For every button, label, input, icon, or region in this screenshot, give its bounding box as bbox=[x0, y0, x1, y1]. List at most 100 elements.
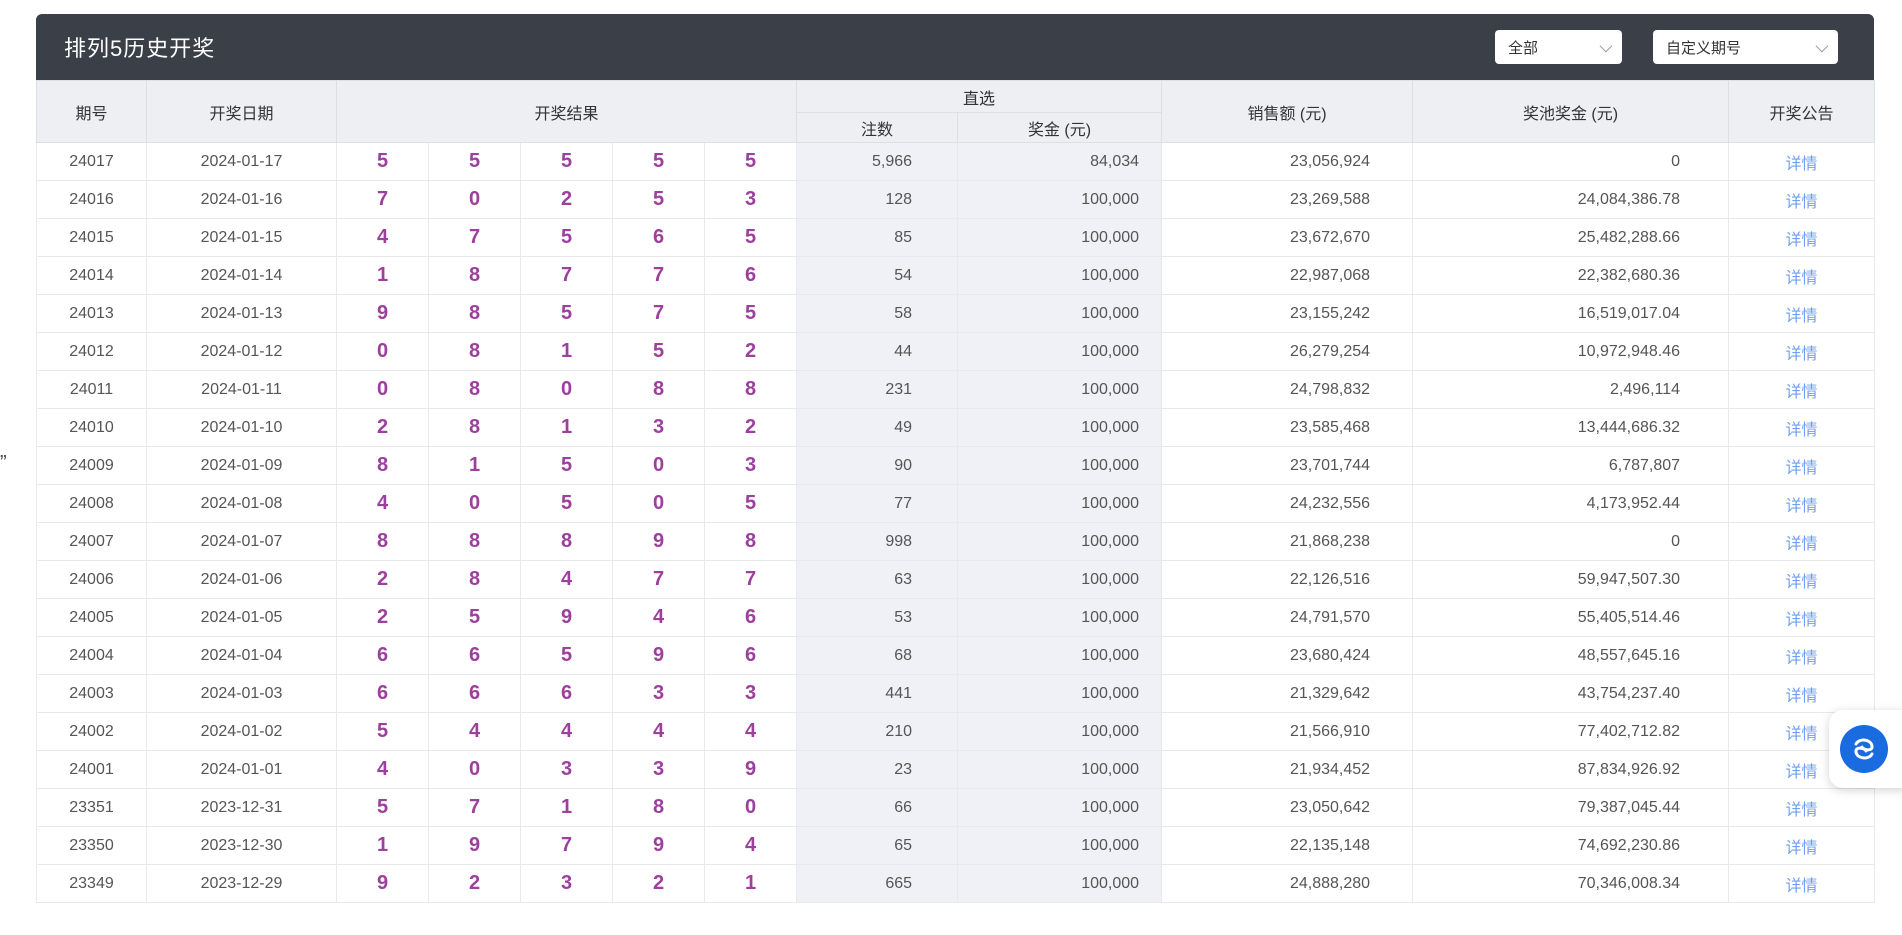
prize-cell: 100,000 bbox=[958, 561, 1162, 599]
detail-link[interactable]: 详情 bbox=[1786, 270, 1818, 287]
date-cell: 2024-01-17 bbox=[147, 143, 337, 181]
detail-link[interactable]: 详情 bbox=[1786, 232, 1818, 249]
detail-link[interactable]: 详情 bbox=[1786, 194, 1818, 211]
result-number: 8 bbox=[429, 295, 521, 333]
detail-link[interactable]: 详情 bbox=[1786, 764, 1818, 781]
table-row: 240152024-01-154756585100,00023,672,6702… bbox=[37, 219, 1875, 257]
prize-cell: 100,000 bbox=[958, 409, 1162, 447]
table-row: 240162024-01-1670253128100,00023,269,588… bbox=[37, 181, 1875, 219]
prize-cell: 100,000 bbox=[958, 637, 1162, 675]
result-number: 8 bbox=[429, 333, 521, 371]
sales-cell: 23,056,924 bbox=[1162, 143, 1413, 181]
detail-link[interactable]: 详情 bbox=[1786, 346, 1818, 363]
result-number: 1 bbox=[521, 789, 613, 827]
detail-link[interactable]: 详情 bbox=[1786, 726, 1818, 743]
result-number: 0 bbox=[521, 371, 613, 409]
detail-cell: 详情 bbox=[1729, 827, 1875, 865]
detail-link[interactable]: 详情 bbox=[1786, 308, 1818, 325]
detail-cell: 详情 bbox=[1729, 181, 1875, 219]
detail-link[interactable]: 详情 bbox=[1786, 650, 1818, 667]
date-cell: 2024-01-08 bbox=[147, 485, 337, 523]
result-number: 0 bbox=[337, 333, 429, 371]
result-number: 7 bbox=[521, 257, 613, 295]
result-number: 7 bbox=[429, 219, 521, 257]
date-cell: 2024-01-13 bbox=[147, 295, 337, 333]
detail-link[interactable]: 详情 bbox=[1786, 156, 1818, 173]
detail-link[interactable]: 详情 bbox=[1786, 422, 1818, 439]
bets-cell: 54 bbox=[797, 257, 958, 295]
bets-cell: 53 bbox=[797, 599, 958, 637]
detail-link[interactable]: 详情 bbox=[1786, 688, 1818, 705]
history-table: 期号 开奖日期 开奖结果 直选 销售额 (元) 奖池奖金 (元) 开奖公告 注数… bbox=[36, 80, 1875, 903]
result-number: 2 bbox=[705, 333, 797, 371]
detail-cell: 详情 bbox=[1729, 257, 1875, 295]
date-cell: 2024-01-01 bbox=[147, 751, 337, 789]
detail-link[interactable]: 详情 bbox=[1786, 802, 1818, 819]
table-body: 240172024-01-17555555,96684,03423,056,92… bbox=[37, 143, 1875, 903]
table-row: 240102024-01-102813249100,00023,585,4681… bbox=[37, 409, 1875, 447]
result-number: 3 bbox=[613, 409, 705, 447]
result-number: 0 bbox=[337, 371, 429, 409]
table-row: 240142024-01-141877654100,00022,987,0682… bbox=[37, 257, 1875, 295]
result-number: 5 bbox=[429, 599, 521, 637]
table-row: 240072024-01-0788898998100,00021,868,238… bbox=[37, 523, 1875, 561]
floating-widget-button[interactable] bbox=[1829, 710, 1902, 788]
service-icon bbox=[1840, 725, 1888, 773]
issue-cell: 24002 bbox=[37, 713, 147, 751]
issue-cell: 24008 bbox=[37, 485, 147, 523]
panel-header: 排列5历史开奖 全部 自定义期号 bbox=[36, 14, 1874, 80]
filter-select-period-value: 自定义期号 bbox=[1666, 37, 1741, 58]
bets-cell: 23 bbox=[797, 751, 958, 789]
bets-cell: 66 bbox=[797, 789, 958, 827]
detail-cell: 详情 bbox=[1729, 675, 1875, 713]
date-cell: 2024-01-09 bbox=[147, 447, 337, 485]
issue-cell: 24006 bbox=[37, 561, 147, 599]
detail-link[interactable]: 详情 bbox=[1786, 460, 1818, 477]
filter-select-all[interactable]: 全部 bbox=[1495, 30, 1622, 64]
filter-select-period[interactable]: 自定义期号 bbox=[1653, 30, 1838, 64]
prize-cell: 100,000 bbox=[958, 523, 1162, 561]
jackpot-cell: 6,787,807 bbox=[1413, 447, 1729, 485]
bets-cell: 58 bbox=[797, 295, 958, 333]
jackpot-cell: 25,482,288.66 bbox=[1413, 219, 1729, 257]
bets-cell: 63 bbox=[797, 561, 958, 599]
table-header: 期号 开奖日期 开奖结果 直选 销售额 (元) 奖池奖金 (元) 开奖公告 注数… bbox=[37, 81, 1875, 143]
table-row: 240022024-01-0254444210100,00021,566,910… bbox=[37, 713, 1875, 751]
table-row: 233512023-12-315718066100,00023,050,6427… bbox=[37, 789, 1875, 827]
detail-cell: 详情 bbox=[1729, 637, 1875, 675]
result-number: 2 bbox=[521, 181, 613, 219]
issue-cell: 24012 bbox=[37, 333, 147, 371]
date-cell: 2023-12-29 bbox=[147, 865, 337, 903]
detail-link[interactable]: 详情 bbox=[1786, 840, 1818, 857]
prize-cell: 100,000 bbox=[958, 599, 1162, 637]
result-number: 5 bbox=[521, 485, 613, 523]
table-row: 240042024-01-046659668100,00023,680,4244… bbox=[37, 637, 1875, 675]
date-cell: 2024-01-06 bbox=[147, 561, 337, 599]
prize-cell: 100,000 bbox=[958, 865, 1162, 903]
detail-link[interactable]: 详情 bbox=[1786, 536, 1818, 553]
detail-cell: 详情 bbox=[1729, 219, 1875, 257]
jackpot-cell: 24,084,386.78 bbox=[1413, 181, 1729, 219]
detail-link[interactable]: 详情 bbox=[1786, 384, 1818, 401]
sales-cell: 21,934,452 bbox=[1162, 751, 1413, 789]
result-number: 2 bbox=[337, 409, 429, 447]
detail-link[interactable]: 详情 bbox=[1786, 498, 1818, 515]
detail-cell: 详情 bbox=[1729, 371, 1875, 409]
jackpot-cell: 2,496,114 bbox=[1413, 371, 1729, 409]
detail-link[interactable]: 详情 bbox=[1786, 878, 1818, 895]
date-cell: 2024-01-15 bbox=[147, 219, 337, 257]
result-number: 1 bbox=[337, 827, 429, 865]
prize-cell: 84,034 bbox=[958, 143, 1162, 181]
date-cell: 2024-01-16 bbox=[147, 181, 337, 219]
table-row: 240112024-01-1108088231100,00024,798,832… bbox=[37, 371, 1875, 409]
bets-cell: 65 bbox=[797, 827, 958, 865]
result-number: 5 bbox=[337, 713, 429, 751]
result-number: 9 bbox=[337, 295, 429, 333]
result-number: 3 bbox=[613, 675, 705, 713]
detail-link[interactable]: 详情 bbox=[1786, 574, 1818, 591]
result-number: 4 bbox=[337, 485, 429, 523]
col-header-date: 开奖日期 bbox=[147, 81, 337, 143]
result-number: 0 bbox=[705, 789, 797, 827]
detail-link[interactable]: 详情 bbox=[1786, 612, 1818, 629]
table-row: 240092024-01-098150390100,00023,701,7446… bbox=[37, 447, 1875, 485]
